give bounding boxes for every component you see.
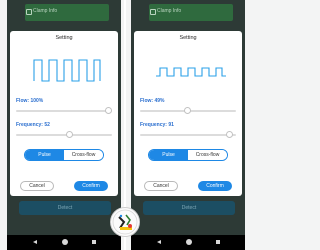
- confirm-button[interactable]: Confirm: [74, 181, 108, 191]
- background-header-text: Clamp Info: [33, 8, 58, 14]
- navigation-bar: [131, 235, 245, 250]
- mode-selector: Pulse Cross-flow: [24, 149, 104, 161]
- dialog-title: Setting: [179, 35, 197, 41]
- flow-slider[interactable]: [140, 107, 236, 114]
- checkbox-icon: [150, 9, 156, 15]
- dialog-title: Setting: [55, 35, 73, 41]
- recent-apps-icon[interactable]: [216, 240, 220, 244]
- background-button-text: Detect: [181, 205, 197, 211]
- background-button-text: Detect: [57, 205, 73, 211]
- home-icon[interactable]: [62, 239, 68, 245]
- setting-dialog: Setting Flow: 100% Frequency: 52 Pulse C…: [10, 31, 118, 196]
- flow-slider-thumb[interactable]: [184, 107, 191, 114]
- mode-selector: Pulse Cross-flow: [148, 149, 228, 161]
- logo-graphic-icon: [112, 209, 138, 235]
- pulse-waveform: [33, 59, 101, 82]
- mode-pulse-button[interactable]: Pulse: [25, 150, 64, 160]
- navigation-bar: [7, 235, 121, 250]
- frequency-slider[interactable]: [16, 131, 112, 138]
- background-header-bar: Clamp Info: [149, 4, 233, 21]
- mode-pulse-button[interactable]: Pulse: [149, 150, 188, 160]
- frequency-slider[interactable]: [140, 131, 236, 138]
- cancel-button[interactable]: Cancel: [144, 181, 178, 191]
- checkbox-icon: [26, 9, 32, 15]
- background-header-bar: Clamp Info: [25, 4, 109, 21]
- frequency-label: Frequency: 52: [16, 122, 50, 128]
- frequency-slider-thumb[interactable]: [226, 131, 233, 138]
- flow-label: Flow: 100%: [16, 98, 44, 104]
- back-icon[interactable]: [33, 240, 37, 244]
- mode-crossflow-button[interactable]: Cross-flow: [188, 150, 227, 160]
- flow-slider[interactable]: [16, 107, 112, 114]
- frequency-label: Frequency: 91: [140, 122, 174, 128]
- cancel-button[interactable]: Cancel: [20, 181, 54, 191]
- watermark-logo: [110, 207, 140, 237]
- right-screen: Clamp Info Setting Flow: 49% Frequency: …: [131, 0, 245, 250]
- background-detect-button: Detect: [19, 201, 111, 215]
- back-icon[interactable]: [157, 240, 161, 244]
- confirm-button[interactable]: Confirm: [198, 181, 232, 191]
- setting-dialog: Setting Flow: 49% Frequency: 91 Pulse Cr…: [134, 31, 242, 196]
- mode-crossflow-button[interactable]: Cross-flow: [64, 150, 103, 160]
- background-detect-button: Detect: [143, 201, 235, 215]
- recent-apps-icon[interactable]: [92, 240, 96, 244]
- flow-label: Flow: 49%: [140, 98, 165, 104]
- background-header-text: Clamp Info: [157, 8, 182, 14]
- pulse-waveform: [156, 67, 226, 77]
- frequency-slider-thumb[interactable]: [66, 131, 73, 138]
- flow-slider-thumb[interactable]: [105, 107, 112, 114]
- home-icon[interactable]: [186, 239, 192, 245]
- left-screen: Clamp Info Setting Flow: 100% Frequency:…: [7, 0, 121, 250]
